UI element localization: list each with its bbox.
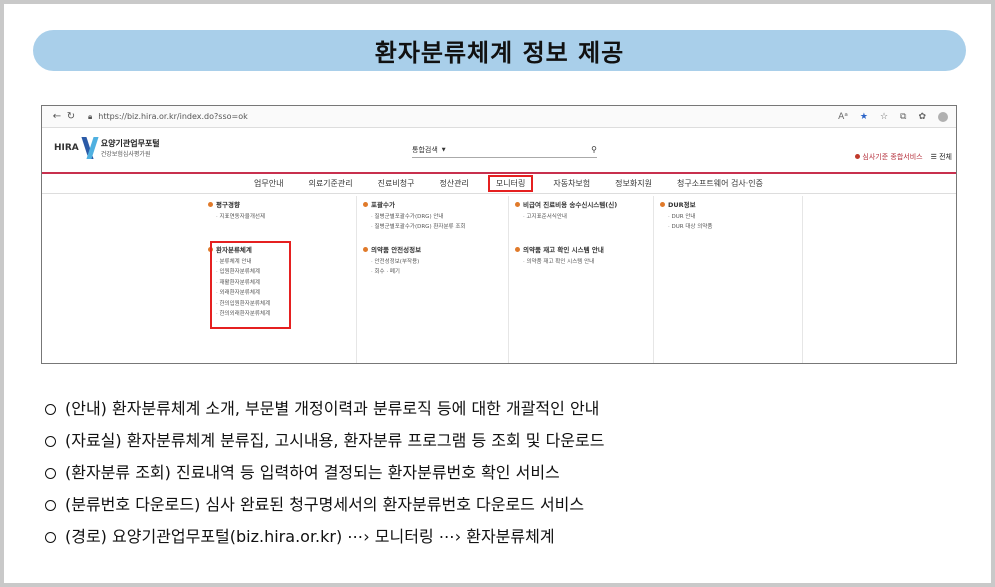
page-title: 환자분류체계 정보 제공 (374, 39, 625, 67)
logo-subtitle: 건강보험심사평가원 (100, 151, 151, 158)
nav-item[interactable]: 진료비청구 (378, 178, 415, 189)
menu-item[interactable]: 지표연동자율개선제 (216, 212, 266, 222)
search-icon[interactable]: ⚲ (591, 145, 597, 154)
lock-icon: 🔒︎ (88, 111, 93, 121)
site-logo[interactable]: HIRA 요양기관업무포털 건강보험심사평가원 (54, 137, 160, 159)
all-menu-button[interactable]: ☰ 전체 (931, 152, 952, 162)
menu-group: 의약품 재고 확인 시스템 안내 의약품 재고 확인 시스템 안내 (515, 244, 604, 267)
circle-bullet-icon (45, 532, 56, 543)
menu-item[interactable]: 질병군별포괄수가(DRG) 환자분류 조회 (371, 222, 466, 232)
menu-item[interactable]: 회수 · 폐기 (371, 267, 421, 277)
logo-hira: HIRA (54, 143, 79, 153)
description-list: (안내) 환자분류체계 소개, 부문별 개정이력과 분류로직 등에 대한 개괄적… (43, 398, 604, 558)
highlight-box (210, 241, 291, 329)
menu-group-patient-classification: 환자분류체계 분류체계 안내 입원환자분류체계 재활환자분류체계 외래환자분류체… (208, 241, 291, 329)
site-header: HIRA 요양기관업무포털 건강보험심사평가원 통합검색 ▼ ⚲ 심사기준 종합… (42, 128, 956, 172)
nav-item-monitoring[interactable]: 모니터링 (487, 175, 534, 192)
bullet-icon (515, 201, 520, 207)
menu-group: DUR정보 DUR 안내 DUR 대상 의약품 (660, 199, 712, 233)
menu-group-heading[interactable]: 평구경향 (208, 199, 265, 209)
favorites-icon[interactable]: ☆ (880, 112, 888, 122)
nav-item[interactable]: 청구소프트웨어 검사·인증 (677, 178, 763, 189)
logo-mark-icon (81, 137, 99, 159)
menu-group-heading[interactable]: 의약품 재고 확인 시스템 안내 (515, 244, 604, 254)
dropdown-icon[interactable]: ▼ (442, 147, 446, 153)
list-item: (안내) 환자분류체계 소개, 부문별 개정이력과 분류로직 등에 대한 개괄적… (43, 398, 604, 430)
menu-group-heading[interactable]: 포괄수가 (363, 199, 465, 209)
nav-item[interactable]: 자동차보험 (553, 178, 590, 189)
browser-icons: Aᵃ ★ ☆ ⧉ ✿ (838, 111, 948, 122)
bullet-icon (855, 154, 861, 159)
menu-group: 포괄수가 질병군별포괄수가(DRG) 안내 질병군별포괄수가(DRG) 환자분류… (363, 199, 465, 233)
collections-icon[interactable]: ⧉ (900, 112, 906, 122)
menu-column: DUR정보 DUR 안내 DUR 대상 의약품 (653, 196, 803, 363)
nav-item[interactable]: 의료기준관리 (308, 178, 352, 189)
menu-item[interactable]: 안전성정보(부작용) (371, 257, 421, 267)
menu-item[interactable]: DUR 대상 의약품 (668, 222, 713, 232)
nav-item[interactable]: 정보화지원 (615, 178, 652, 189)
menu-column: 평구경향 지표연동자율개선제 환자분류체계 분류체계 안내 입원환자분류체계 재… (202, 196, 356, 363)
bullet-icon (208, 201, 213, 207)
title-banner: 환자분류체계 정보 제공 (33, 30, 966, 71)
menu-column: 비급여 진료비용 송수신시스템(신) 고지표준서식안내 의약품 재고 확인 시스… (508, 196, 653, 363)
circle-bullet-icon (45, 468, 56, 479)
nav-item[interactable]: 업무안내 (254, 178, 283, 189)
menu-group-heading[interactable]: DUR정보 (660, 199, 712, 209)
menu-group-heading[interactable]: 의약품 안전성정보 (363, 244, 421, 254)
menu-item[interactable]: 질병군별포괄수가(DRG) 안내 (371, 212, 465, 222)
back-icon[interactable]: ← (50, 111, 64, 122)
criteria-service-link[interactable]: 심사기준 종합서비스 (855, 152, 923, 162)
circle-bullet-icon (45, 436, 56, 447)
global-nav: 업무안내 의료기준관리 진료비청구 정산관리 모니터링 자동차보험 정보화지원 … (42, 172, 956, 194)
star-icon[interactable]: ★ (860, 112, 868, 122)
extensions-icon[interactable]: ✿ (918, 112, 926, 122)
url-text: https://biz.hira.or.kr/index.do?sso=ok (98, 112, 248, 121)
bullet-icon (363, 246, 368, 252)
bullet-icon (363, 201, 368, 207)
reader-icon[interactable]: Aᵃ (838, 112, 848, 122)
portal-screenshot: ← ↻ 🔒︎ https://biz.hira.or.kr/index.do?s… (41, 105, 957, 364)
circle-bullet-icon (45, 404, 56, 415)
menu-item[interactable]: 의약품 재고 확인 시스템 안내 (523, 257, 604, 267)
menu-group: 비급여 진료비용 송수신시스템(신) 고지표준서식안내 (515, 199, 617, 222)
list-item: (자료실) 환자분류체계 분류집, 고시내용, 환자분류 프로그램 등 조회 및… (43, 430, 604, 462)
profile-avatar[interactable] (938, 111, 948, 122)
mega-menu: 평구경향 지표연동자율개선제 환자분류체계 분류체계 안내 입원환자분류체계 재… (42, 196, 956, 363)
menu-column: 포괄수가 질병군별포괄수가(DRG) 안내 질병군별포괄수가(DRG) 환자분류… (356, 196, 508, 363)
menu-item[interactable]: DUR 안내 (668, 212, 712, 222)
menu-group: 평구경향 지표연동자율개선제 (208, 199, 265, 222)
search-scope[interactable]: 통합검색 (412, 145, 438, 155)
address-bar[interactable]: 🔒︎ https://biz.hira.or.kr/index.do?sso=o… (88, 112, 248, 122)
reload-icon[interactable]: ↻ (64, 111, 78, 122)
bullet-icon (660, 201, 665, 207)
header-links: 심사기준 종합서비스 ☰ 전체 (855, 152, 952, 162)
circle-bullet-icon (45, 500, 56, 511)
list-item: (분류번호 다운로드) 심사 완료된 청구명세서의 환자분류번호 다운로드 서비… (43, 494, 604, 526)
list-item: (경로) 요양기관업무포털(biz.hira.or.kr) ⋯› 모니터링 ⋯›… (43, 526, 604, 558)
browser-toolbar: ← ↻ 🔒︎ https://biz.hira.or.kr/index.do?s… (42, 106, 956, 128)
menu-group-heading[interactable]: 비급여 진료비용 송수신시스템(신) (515, 199, 617, 209)
menu-item[interactable]: 고지표준서식안내 (523, 212, 617, 222)
logo-title: 요양기관업무포털 (100, 139, 160, 148)
list-item: (환자분류 조회) 진료내역 등 입력하여 결정되는 환자분류번호 확인 서비스 (43, 462, 604, 494)
bullet-icon (515, 246, 520, 252)
nav-item[interactable]: 정산관리 (439, 178, 468, 189)
menu-group: 의약품 안전성정보 안전성정보(부작용) 회수 · 폐기 (363, 244, 421, 278)
search-bar[interactable]: 통합검색 ▼ ⚲ (412, 142, 597, 158)
